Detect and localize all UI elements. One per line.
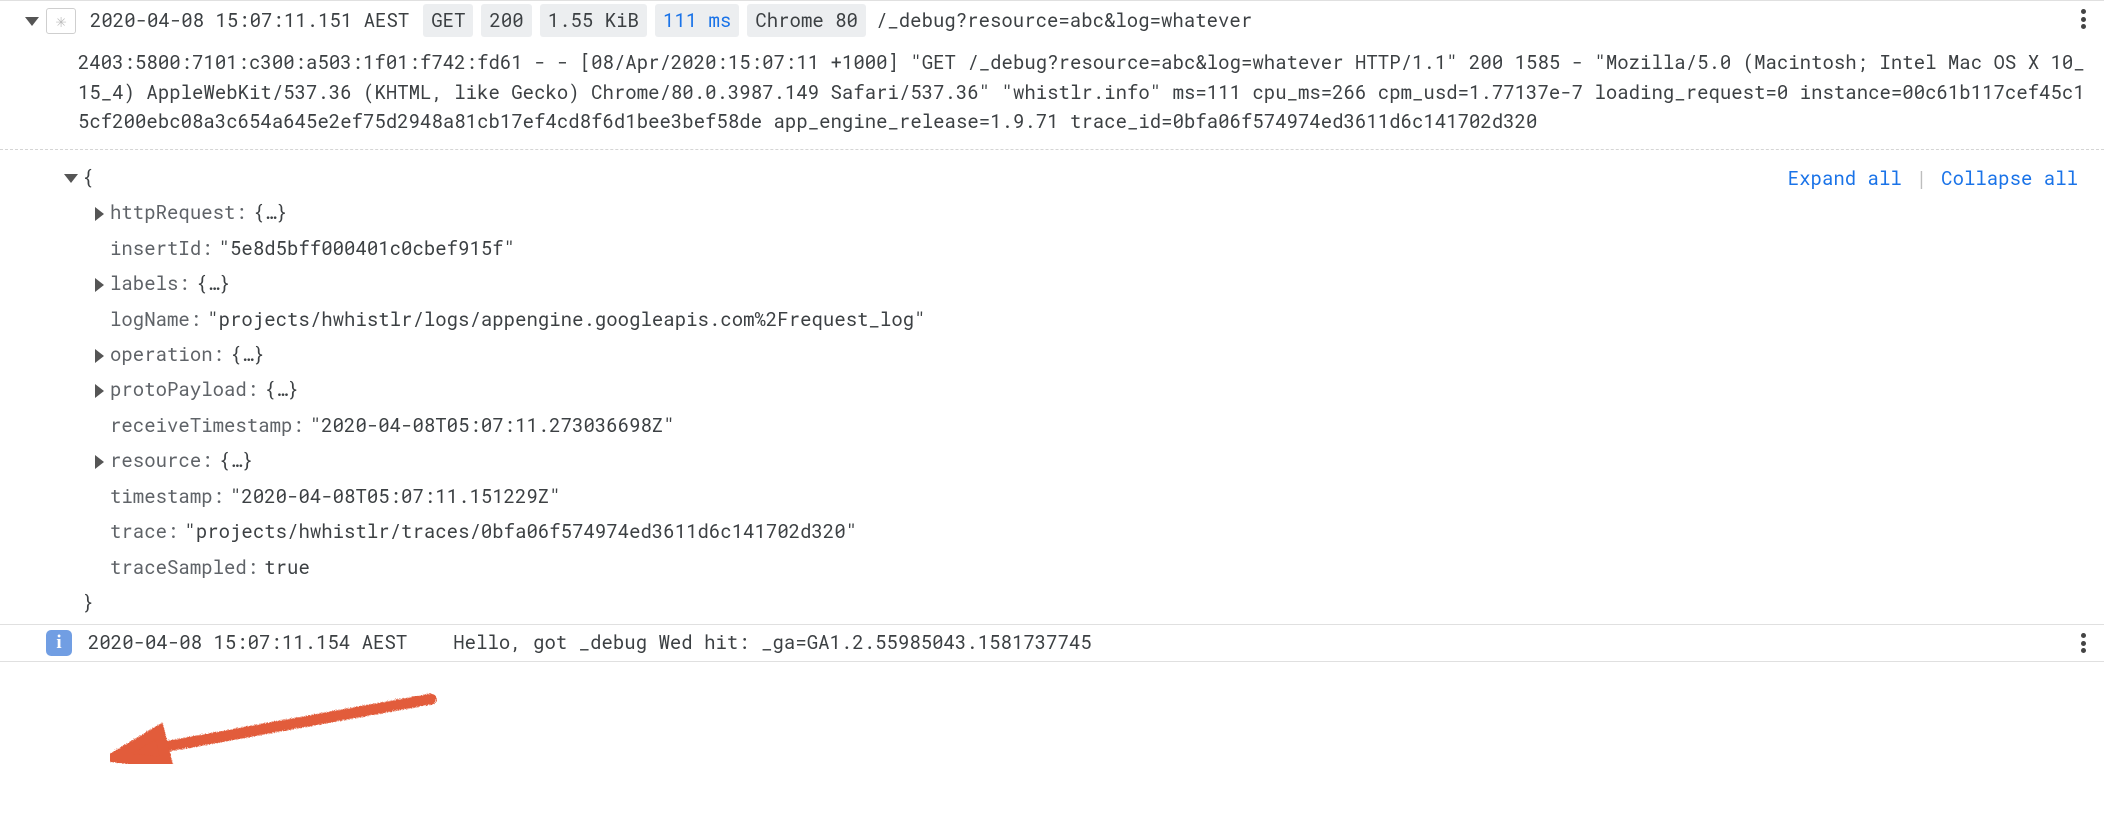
field-operation[interactable]: operation: {…} bbox=[60, 337, 2094, 372]
chevron-down-icon bbox=[25, 17, 39, 26]
info-severity-icon: i bbox=[46, 630, 72, 656]
annotation-arrow-icon bbox=[110, 692, 440, 764]
field-insertId[interactable]: insertId: "5e8d5bff000401c0cbef915f" bbox=[60, 231, 2094, 266]
entry-timestamp: 2020-04-08 15:07:11.151 AEST bbox=[90, 6, 409, 35]
http-method-chip[interactable]: GET bbox=[423, 4, 473, 37]
expand-toggle[interactable] bbox=[18, 6, 46, 35]
entry-menu[interactable] bbox=[2081, 633, 2086, 653]
entry-menu[interactable] bbox=[2081, 9, 2086, 29]
collapse-all-link[interactable]: Collapse all bbox=[1941, 164, 2078, 193]
star-button[interactable]: ✳ bbox=[46, 8, 76, 34]
open-brace: { bbox=[82, 163, 93, 192]
json-controls: Expand all | Collapse all bbox=[1788, 164, 2078, 193]
field-trace[interactable]: trace: "projects/hwhistlr/traces/0bfa06f… bbox=[60, 514, 2094, 549]
json-close: } bbox=[60, 585, 2094, 620]
structured-payload: Expand all | Collapse all { httpRequest:… bbox=[0, 150, 2104, 625]
entry-timestamp: 2020-04-08 15:07:11.154 AEST bbox=[88, 628, 407, 657]
field-protoPayload[interactable]: protoPayload: {…} bbox=[60, 372, 2094, 407]
size-chip[interactable]: 1.55 KiB bbox=[540, 4, 647, 37]
log-entry-2[interactable]: i 2020-04-08 15:07:11.154 AEST Hello, go… bbox=[0, 624, 2104, 661]
star-icon: ✳ bbox=[56, 7, 67, 35]
field-traceSampled[interactable]: traceSampled: true bbox=[60, 550, 2094, 585]
chevron-down-icon bbox=[64, 174, 78, 183]
field-resource[interactable]: resource: {…} bbox=[60, 443, 2094, 478]
chevron-right-icon bbox=[95, 207, 104, 221]
chevron-right-icon bbox=[95, 349, 104, 363]
log-message: Hello, got _debug Wed hit: _ga=GA1.2.559… bbox=[453, 628, 1092, 657]
request-path: /_debug?resource=abc&log=whatever bbox=[876, 6, 1252, 35]
field-logName[interactable]: logName: "projects/hwhistlr/logs/appengi… bbox=[60, 302, 2094, 337]
field-receiveTimestamp[interactable]: receiveTimestamp: "2020-04-08T05:07:11.2… bbox=[60, 408, 2094, 443]
log-entry-header[interactable]: ✳ 2020-04-08 15:07:11.151 AEST GET 200 1… bbox=[0, 0, 2104, 40]
chevron-right-icon bbox=[95, 455, 104, 469]
controls-divider: | bbox=[1916, 164, 1927, 193]
field-httpRequest[interactable]: httpRequest: {…} bbox=[60, 195, 2094, 230]
field-timestamp[interactable]: timestamp: "2020-04-08T05:07:11.151229Z" bbox=[60, 479, 2094, 514]
useragent-chip[interactable]: Chrome 80 bbox=[747, 4, 866, 37]
chevron-right-icon bbox=[95, 384, 104, 398]
field-labels[interactable]: labels: {…} bbox=[60, 266, 2094, 301]
status-chip[interactable]: 200 bbox=[481, 4, 531, 37]
latency-chip[interactable]: 111 ms bbox=[655, 4, 739, 37]
chevron-right-icon bbox=[95, 278, 104, 292]
expand-all-link[interactable]: Expand all bbox=[1788, 164, 1902, 193]
raw-log-text: 2403:5800:7101:c300:a503:1f01:f742:fd61 … bbox=[0, 40, 2104, 149]
